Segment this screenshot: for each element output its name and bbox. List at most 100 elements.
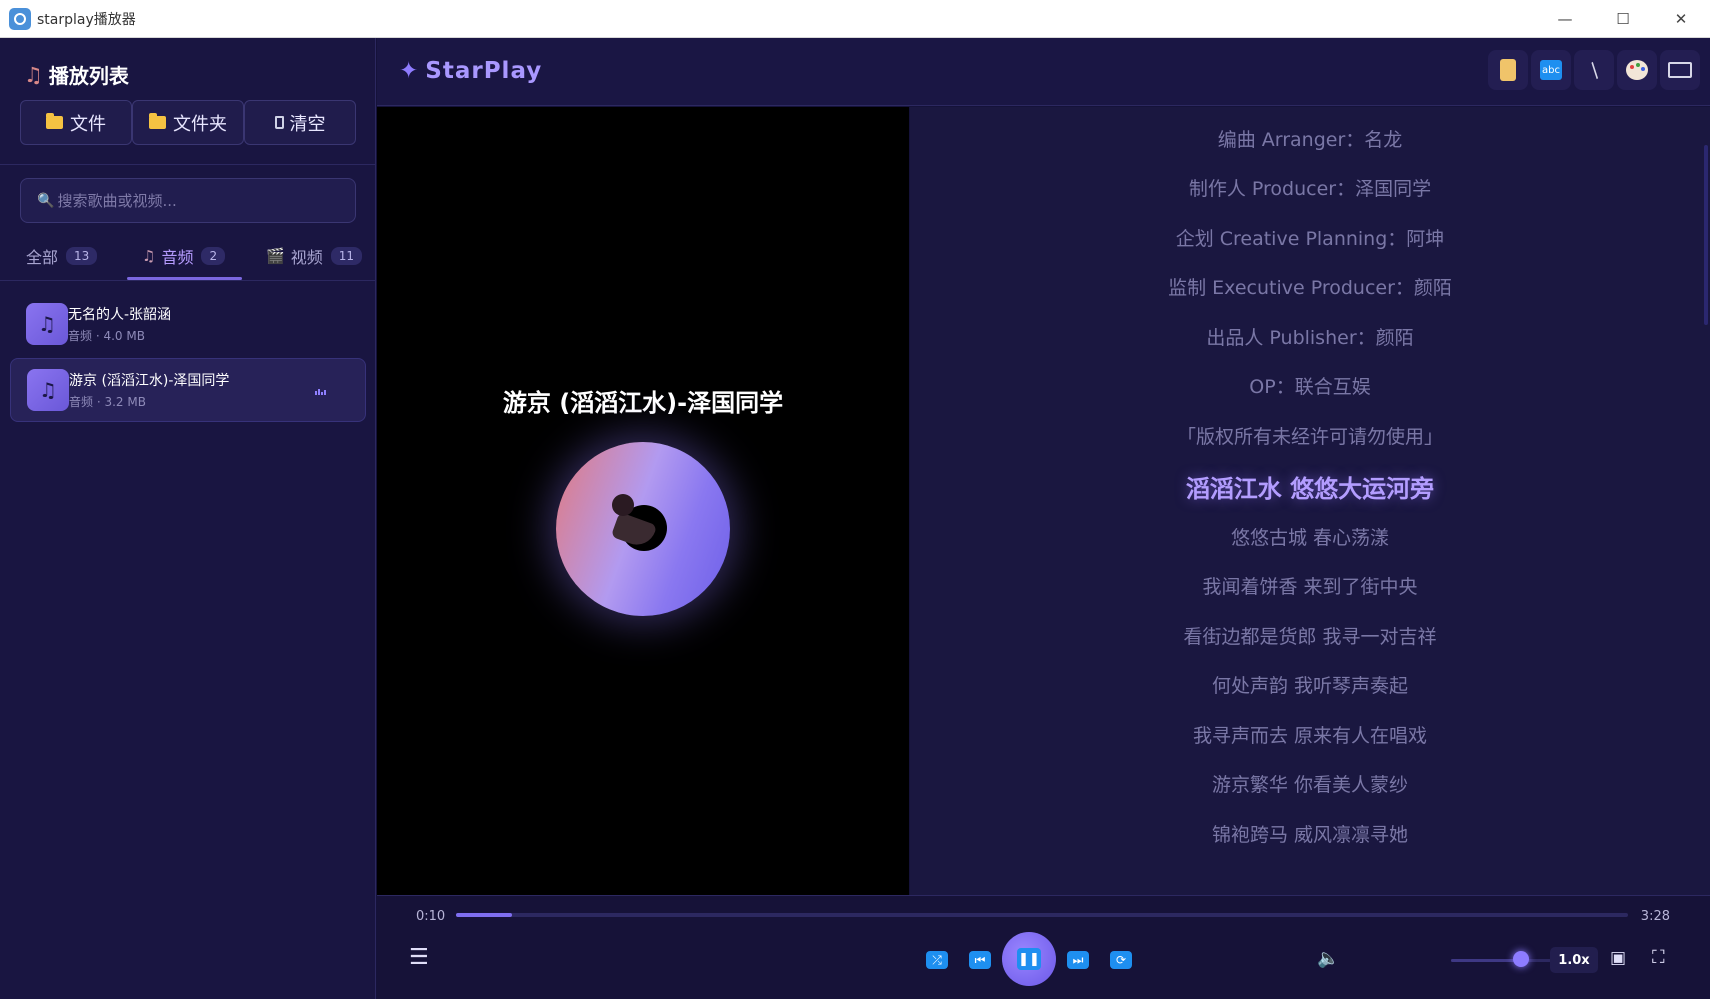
subtitle-button[interactable]: abc [1531,50,1571,90]
tab-video-count: 11 [330,247,362,265]
item-title: 无名的人-张韶涵 [68,307,172,323]
theme-button[interactable] [1617,50,1657,90]
app-window: starplay播放器 — ☐ ✕ ♫ 播放列表 文件 文件夹 清空 🔍 搜索歌… [0,0,1710,999]
volume-icon[interactable]: 🔈 [1317,948,1339,969]
album-disc [556,442,730,616]
playlist-header: ♫ 播放列表 [24,60,129,89]
add-file-button[interactable]: 文件 [20,100,132,145]
music-note-icon: ♫ [26,303,68,345]
speed-button[interactable]: 1.0x [1550,947,1598,973]
add-folder-label: 文件夹 [173,113,227,135]
item-title: 游京 (滔滔江水)-泽国同学 [69,373,230,389]
scroll-icon [1500,59,1516,81]
volume-knob[interactable] [1513,951,1529,967]
clapperboard-icon: 🎬 [266,247,285,265]
app-logo-icon [9,7,31,30]
volume-slider[interactable] [1451,959,1551,962]
divider [0,280,376,281]
brush-icon: / [1584,58,1604,82]
lyrics-scrollbar[interactable] [1704,145,1708,325]
tab-audio[interactable]: ♫ 音频 2 [126,234,243,280]
keyboard-shortcuts-button[interactable] [1660,50,1700,90]
tab-audio-count: 2 [201,247,226,265]
maximize-button[interactable]: ☐ [1594,0,1652,38]
progress-fill [456,913,513,917]
list-item-active[interactable]: ♫ 游京 (滔滔江水)-泽国同学 音频 · 3.2 MB [10,358,366,422]
tab-video-label: 视频 [290,248,323,267]
minimize-button[interactable]: — [1536,0,1594,38]
tab-all-count: 13 [66,247,98,265]
playlist-actions: 文件 文件夹 清空 [20,100,356,145]
fullscreen-button[interactable]: ⛶ [1652,947,1665,968]
close-button[interactable]: ✕ [1652,0,1710,38]
playlist-title: 播放列表 [48,64,129,88]
title-bar: starplay播放器 — ☐ ✕ [0,0,1710,38]
lyric-line: 何处声韵 我听琴声奏起 [1211,675,1409,697]
item-text: 无名的人-张韶涵 音频 · 4.0 MB [68,304,171,344]
lyric-line: 锦袍跨马 威风凛凛寻她 [1211,824,1409,846]
main-header: ✦ StarPlay abc / [377,38,1710,106]
brand-title: ✦ StarPlay [399,58,542,84]
play-pause-button[interactable]: ❚❚ [1002,932,1056,986]
window-title: starplay播放器 [37,11,136,28]
lyric-line: 「版权所有未经许可请勿使用」 [1176,426,1443,448]
lyric-line: 制作人 Producer：泽国同学 [1188,178,1432,200]
shuffle-button[interactable]: ⤮ [926,951,948,969]
folder-icon [46,113,63,129]
lyric-line: 我闻着饼香 来到了街中央 [1202,576,1418,598]
brand-label: StarPlay [425,58,543,84]
list-item[interactable]: ♫ 无名的人-张韶涵 音频 · 4.0 MB [10,292,366,356]
palette-icon [1626,60,1648,80]
video-area[interactable]: 游京 (滔滔江水)-泽国同学 [377,107,909,895]
item-meta: 音频 · 3.2 MB [69,395,146,409]
tab-video[interactable]: 🎬 视频 11 [266,234,362,278]
sparkle-icon: ✦ [399,58,420,84]
repeat-button[interactable]: ⟳ [1110,951,1132,969]
add-folder-button[interactable]: 文件夹 [132,100,244,145]
lyrics-panel[interactable]: 编曲 Arranger：名龙 制作人 Producer：泽国同学 企划 Crea… [910,107,1710,895]
lyric-line: 看街边都是货郎 我寻一对吉祥 [1183,626,1437,648]
disc-art [612,494,634,516]
item-text: 游京 (滔滔江水)-泽国同学 音频 · 3.2 MB [69,370,229,410]
lyric-line: 游京繁华 你看美人蒙纱 [1211,774,1409,796]
window-controls: — ☐ ✕ [1536,0,1710,38]
menu-button[interactable]: ☰ [409,945,429,970]
search-input[interactable]: 🔍 搜索歌曲或视频... [20,178,356,223]
player-controls: 0:10 3:28 ☰ ⤮ ⏮ ❚❚ ⏭ ⟳ 🔈 1.0x ▣ ⛶ [377,895,1710,999]
next-icon: ⏭ [1072,952,1084,967]
media-type-tabs: 全部 13 ♫ 音频 2 🎬 视频 11 [0,234,376,282]
shuffle-icon: ⤮ [932,952,942,967]
lyric-line: OP：联合互娱 [1249,376,1371,398]
folder-icon [149,113,166,129]
abc-icon: abc [1540,60,1562,80]
toolbar: abc / [1485,50,1700,90]
clear-playlist-button[interactable]: 清空 [244,100,356,145]
tab-all-label: 全部 [26,248,59,267]
lyric-line-partial [910,107,1710,121]
repeat-icon: ⟳ [1115,953,1127,967]
search-icon: 🔍 [37,192,55,209]
tab-all[interactable]: 全部 13 [26,234,98,278]
lyric-line: 编曲 Arranger：名龙 [1217,129,1403,151]
keyboard-icon [1668,62,1692,78]
brush-button[interactable]: / [1574,50,1614,90]
trash-icon [274,116,284,129]
playlist-sidebar: ♫ 播放列表 文件 文件夹 清空 🔍 搜索歌曲或视频... 全部 13 ♫ 音频… [0,38,376,999]
lyrics-toggle-button[interactable] [1488,50,1528,90]
picture-in-picture-button[interactable]: ▣ [1610,948,1626,968]
lyric-line: 出品人 Publisher：颜陌 [1206,327,1414,349]
pause-icon: ❚❚ [1017,948,1041,970]
divider [0,164,376,165]
music-note-icon: ♫ [24,62,43,87]
next-button[interactable]: ⏭ [1067,951,1089,969]
current-time: 0:10 [416,909,446,924]
clear-label: 清空 [289,113,326,135]
progress-bar[interactable] [456,913,1628,917]
volume-fill [1451,959,1521,962]
item-meta: 音频 · 4.0 MB [68,329,145,343]
lyric-line: 监制 Executive Producer：颜陌 [1168,277,1452,299]
lyric-line-current: 滔滔江水 悠悠大运河旁 [1185,475,1435,503]
duration: 3:28 [1640,909,1670,924]
previous-button[interactable]: ⏮ [969,951,991,969]
previous-icon: ⏮ [974,952,986,967]
